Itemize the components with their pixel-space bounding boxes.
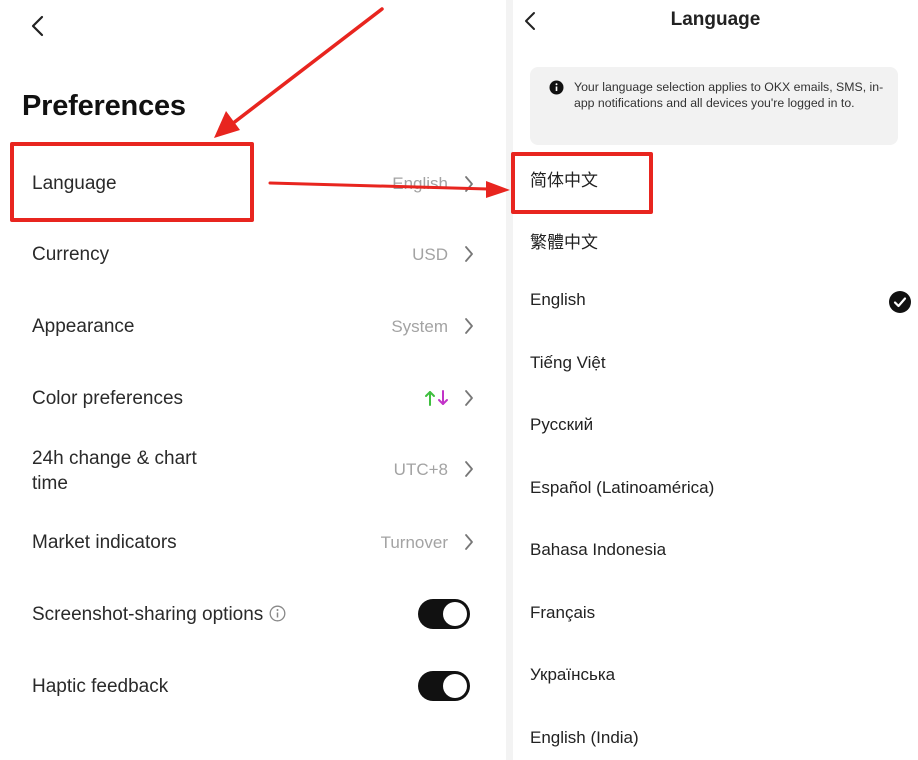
back-icon[interactable] bbox=[28, 14, 48, 38]
chart-time-label-line1: 24h change & chart bbox=[32, 448, 197, 469]
language-option[interactable]: Español (Latinoamérica) bbox=[513, 466, 918, 514]
language-option-selected[interactable]: English bbox=[513, 278, 918, 326]
language-option[interactable]: Français bbox=[513, 591, 918, 639]
haptic-feedback-row: Haptic feedback bbox=[0, 664, 506, 710]
market-indicators-value: Turnover bbox=[380, 533, 448, 552]
info-icon[interactable] bbox=[269, 605, 286, 622]
language-option[interactable]: 繁體中文 bbox=[513, 216, 918, 264]
language-option[interactable]: English (India) bbox=[513, 716, 918, 760]
chevron-right-icon bbox=[465, 176, 473, 192]
info-icon bbox=[549, 80, 564, 95]
haptic-feedback-toggle[interactable] bbox=[418, 671, 470, 701]
language-option[interactable]: Tiếng Việt bbox=[513, 341, 918, 389]
language-option[interactable]: 简体中文 bbox=[513, 154, 918, 202]
chart-time-label-line2: time bbox=[32, 473, 68, 494]
arrow-up-icon bbox=[425, 391, 435, 406]
chevron-right-icon bbox=[465, 318, 473, 334]
market-indicators-row[interactable]: Market indicators Turnover bbox=[0, 520, 506, 566]
language-option[interactable]: Українська bbox=[513, 653, 918, 701]
appearance-row[interactable]: Appearance System bbox=[0, 304, 506, 350]
chart-time-value: UTC+8 bbox=[393, 460, 448, 479]
currency-value: USD bbox=[412, 245, 448, 264]
check-icon bbox=[889, 291, 911, 313]
screenshot-sharing-row: Screenshot-sharing options bbox=[0, 592, 506, 638]
currency-row[interactable]: Currency USD bbox=[0, 232, 506, 278]
chevron-right-icon bbox=[465, 461, 473, 477]
appearance-value: System bbox=[391, 317, 448, 336]
market-indicators-label: Market indicators bbox=[32, 532, 177, 553]
currency-label: Currency bbox=[32, 244, 110, 265]
language-option[interactable]: Русский bbox=[513, 403, 918, 451]
screenshot-sharing-label: Screenshot-sharing options bbox=[32, 604, 286, 626]
haptic-feedback-label: Haptic feedback bbox=[32, 676, 169, 697]
language-screen: Language Your language selection applies… bbox=[513, 0, 918, 760]
language-label: Language bbox=[32, 173, 117, 194]
language-row[interactable]: Language English bbox=[0, 162, 506, 208]
page-title: Preferences bbox=[22, 90, 186, 122]
arrow-down-icon bbox=[438, 390, 448, 405]
color-preferences-row[interactable]: Color preferences bbox=[0, 376, 506, 422]
chevron-right-icon bbox=[465, 246, 473, 262]
chart-time-row[interactable]: 24h change & chart time UTC+8 bbox=[0, 444, 506, 504]
appearance-label: Appearance bbox=[32, 316, 135, 337]
color-preference-arrows bbox=[425, 390, 448, 406]
chevron-right-icon bbox=[465, 534, 473, 550]
color-preferences-label: Color preferences bbox=[32, 388, 184, 409]
notice-text: Your language selection applies to OKX e… bbox=[574, 80, 884, 110]
screenshot-sharing-toggle[interactable] bbox=[418, 599, 470, 629]
chevron-right-icon bbox=[465, 390, 473, 406]
page-title: Language bbox=[670, 9, 761, 30]
preferences-screen: Preferences Language English Currency US… bbox=[0, 0, 506, 760]
language-value: English bbox=[392, 174, 448, 193]
language-notice: Your language selection applies to OKX e… bbox=[530, 67, 898, 145]
language-option[interactable]: Bahasa Indonesia bbox=[513, 528, 918, 576]
